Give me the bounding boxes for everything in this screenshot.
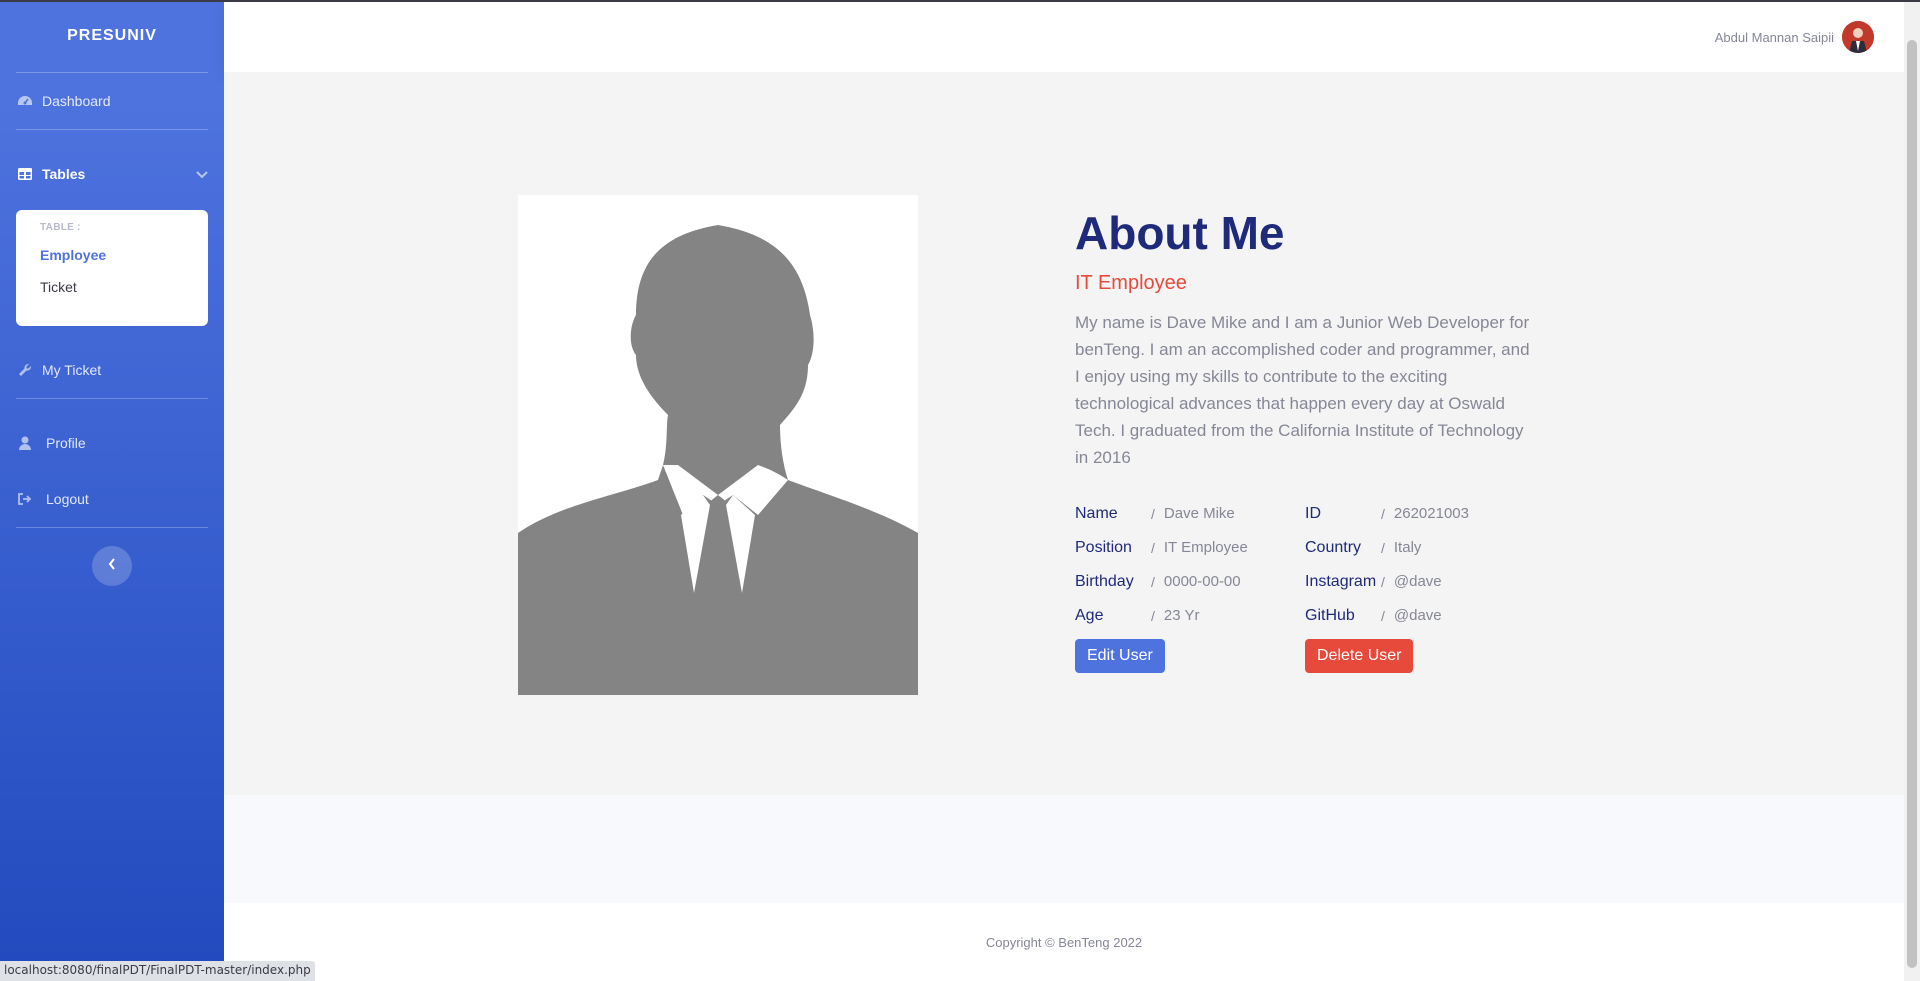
info-key: Age — [1075, 606, 1104, 624]
chevron-down-icon — [196, 166, 208, 182]
info-grid: Name / Dave Mike Position / IT Employee … — [1075, 497, 1535, 633]
sidebar-item-my-ticket[interactable]: My Ticket — [0, 342, 224, 398]
page-title: About Me — [1075, 207, 1285, 259]
submenu-item-ticket[interactable]: Ticket — [16, 271, 208, 303]
info-value: 262021003 — [1393, 505, 1469, 523]
sidebar-item-label: Dashboard — [42, 93, 111, 109]
info-separator: / — [1381, 505, 1385, 522]
info-value: Dave Mike — [1163, 505, 1235, 523]
about-description: My name is Dave Mike and I am a Junior W… — [1075, 312, 1530, 467]
sidebar-toggle-button[interactable] — [92, 546, 132, 586]
info-key: Name — [1075, 504, 1118, 522]
info-row-id: ID / 262021003 — [1305, 497, 1535, 531]
info-row-name: Name / Dave Mike — [1075, 497, 1305, 531]
about-content: About Me IT Employee My name is Dave Mik… — [1075, 207, 1535, 673]
wrench-icon — [16, 363, 34, 377]
info-row-age: Age / 23 Yr — [1075, 599, 1305, 633]
info-key: Birthday — [1075, 572, 1134, 590]
scrollbar-thumb[interactable] — [1907, 40, 1917, 968]
topbar: Abdul Mannan Saipii — [224, 2, 1904, 72]
info-value: Italy — [1393, 539, 1422, 557]
sidebar-item-profile[interactable]: Profile — [0, 415, 224, 471]
sidebar-item-dashboard[interactable]: Dashboard — [0, 73, 224, 129]
about-section: About Me IT Employee My name is Dave Mik… — [224, 72, 1904, 795]
sidebar-divider — [16, 527, 208, 528]
info-column-left: Name / Dave Mike Position / IT Employee … — [1075, 497, 1305, 633]
info-separator: / — [1151, 505, 1155, 522]
tachometer-icon — [16, 94, 34, 108]
info-row-birthday: Birthday / 0000-00-00 — [1075, 565, 1305, 599]
info-row-country: Country / Italy — [1305, 531, 1535, 565]
delete-user-button[interactable]: Delete User — [1305, 638, 1414, 673]
info-key: Country — [1305, 538, 1362, 556]
avatar[interactable] — [1842, 21, 1874, 53]
sidebar-item-tables[interactable]: Tables — [0, 130, 224, 218]
sidebar-item-label: Profile — [46, 435, 86, 451]
info-key: ID — [1305, 504, 1321, 522]
footer: Copyright © BenTeng 2022 — [224, 903, 1904, 981]
info-key: Position — [1075, 538, 1132, 556]
info-row-position: Position / IT Employee — [1075, 531, 1305, 565]
table-icon — [16, 167, 34, 181]
info-row-github: GitHub / @dave — [1305, 599, 1535, 633]
user-icon — [16, 436, 34, 450]
copyright-text: Copyright © BenTeng 2022 — [985, 934, 1143, 950]
sidebar-item-logout[interactable]: Logout — [0, 471, 224, 527]
sidebar-item-label: My Ticket — [42, 362, 102, 378]
info-value: @dave — [1393, 573, 1442, 591]
submenu-item-employee[interactable]: Employee — [16, 239, 208, 271]
info-separator: / — [1151, 539, 1155, 556]
person-silhouette-icon — [518, 195, 918, 695]
info-value: @dave — [1393, 607, 1442, 625]
brand-logo[interactable]: PRESUNIV — [0, 0, 224, 72]
action-buttons: Edit User Delete User — [1075, 638, 1535, 673]
user-name[interactable]: Abdul Mannan Saipii — [1715, 30, 1834, 45]
info-value: 23 Yr — [1163, 607, 1200, 625]
info-separator: / — [1381, 539, 1385, 556]
info-value: 0000-00-00 — [1163, 573, 1241, 591]
info-separator: / — [1151, 607, 1155, 624]
info-row-instagram: Instagram / @dave — [1305, 565, 1535, 599]
sidebar-item-label: Tables — [42, 166, 86, 182]
info-separator: / — [1151, 573, 1155, 590]
profile-photo — [518, 195, 918, 695]
window-top-border — [0, 0, 1920, 2]
info-value: IT Employee — [1163, 539, 1248, 557]
info-key: Instagram — [1305, 572, 1377, 590]
sign-out-icon — [16, 492, 34, 506]
info-column-right: ID / 262021003 Country / Italy Instagram… — [1305, 497, 1535, 633]
info-separator: / — [1381, 607, 1385, 624]
info-key: GitHub — [1305, 606, 1355, 624]
sidebar-item-label: Logout — [46, 491, 89, 507]
chevron-left-icon — [108, 557, 116, 575]
tables-submenu: TABLE : Employee Ticket — [16, 210, 208, 326]
job-subtitle: IT Employee — [1075, 271, 1187, 294]
sidebar: PRESUNIV Dashboard Tables TABLE : Employ… — [0, 0, 224, 981]
info-separator: / — [1381, 573, 1385, 590]
submenu-header: TABLE : — [40, 222, 81, 233]
page-scrollbar[interactable] — [1904, 2, 1920, 981]
browser-status-url: localhost:8080/finalPDT/FinalPDT-master/… — [0, 961, 315, 981]
edit-user-button[interactable]: Edit User — [1075, 638, 1165, 673]
